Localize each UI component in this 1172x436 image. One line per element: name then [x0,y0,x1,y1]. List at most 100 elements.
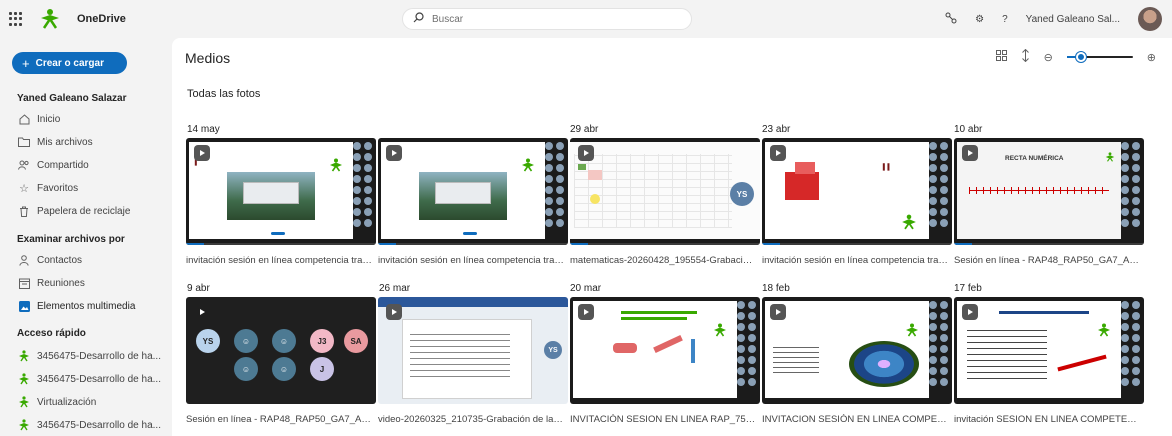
main-content: Medios ⊖ ⊕ Todas las fotos 14 may 29 abr… [172,38,1172,436]
play-icon [770,145,786,161]
sena-logo [39,8,61,30]
video-thumbnail[interactable] [954,297,1144,404]
zoom-in-icon[interactable]: ⊕ [1147,51,1156,64]
sidebar-item-recycle-bin[interactable]: Papelera de reciclaje [18,203,168,219]
participant-strip [545,142,565,239]
media-caption[interactable]: video-20260325_210735-Grabación de la re… [378,414,564,425]
quick-access-label: 3456475-Desarrollo de ha... [37,350,161,362]
media-caption[interactable]: Sesión en línea - RAP48_RAP50_GA7_AA1_E.… [186,414,372,425]
play-icon [194,304,210,320]
view-toolbar: ⊖ ⊕ [995,47,1156,67]
media-card[interactable]: invitación SESION EN LINEA COMPETENCIA..… [954,297,1144,425]
participant-avatar: YS [544,341,562,359]
media-card[interactable]: ▍▍ invitación sesión en línea competenci… [762,138,952,266]
play-icon [578,145,594,161]
media-card[interactable]: INVITACIÓN SESION EN LINEA RAP_75_77_... [570,297,760,425]
quick-access-item[interactable]: 3456475-Desarrollo de ha... [18,371,168,387]
media-caption[interactable]: matematicas-20260428_195554-Grabación ..… [570,255,756,266]
media-card[interactable]: invitación sesión en línea competencia t… [378,138,568,266]
media-card[interactable]: INVITACION SESIÓN EN LINEA COMPETEN... [762,297,952,425]
quick-access-item[interactable]: 3456475-Desarrollo de ha... [18,348,168,364]
play-icon [386,145,402,161]
browse-heading: Examinar archivos por [17,234,125,245]
participant-strip [737,301,757,398]
participant-avatar: ☺ [234,357,258,381]
sena-folder-icon [18,373,30,385]
media-card[interactable]: ▍ invitación sesión en línea competencia… [186,138,376,266]
date-group: 10 abr [954,124,983,135]
media-caption[interactable]: INVITACIÓN SESION EN LINEA RAP_75_77_... [570,414,756,425]
quick-access-label: 3456475-Desarrollo de ha... [37,419,161,431]
participant-strip [1121,142,1141,239]
media-card[interactable]: YS video-20260325_210735-Grabación de la… [378,297,568,425]
zoom-slider-thumb[interactable] [1075,52,1086,62]
media-caption[interactable]: invitación sesión en línea competencia t… [186,255,372,266]
user-name[interactable]: Yaned Galeano Sal... [1026,14,1120,25]
sidebar-item-label: Mis archivos [37,136,93,148]
video-thumbnail[interactable]: ▍ [186,138,376,245]
video-thumbnail[interactable]: ▍▍ [762,138,952,245]
media-caption[interactable]: invitación SESION EN LINEA COMPETENCIA..… [954,414,1140,425]
help-icon[interactable]: ? [1002,14,1008,25]
user-avatar[interactable] [1138,7,1162,31]
media-caption[interactable]: Sesión en línea - RAP48_RAP50_GA7_AA1_E.… [954,255,1140,266]
play-icon [962,304,978,320]
plus-icon: + [22,55,30,71]
search-box[interactable]: Buscar [402,8,692,30]
media-card[interactable]: YS matematicas-20260428_195554-Grabación… [570,138,760,266]
page-title: Medios [185,50,231,66]
participant-avatar: SA [344,329,368,353]
sidebar-item-label: Elementos multimedia [37,300,136,312]
top-right-controls: ⚙ ? Yaned Galeano Sal... [945,6,1162,32]
sidebar-item-home[interactable]: Inicio [18,111,168,127]
date-group: 20 mar [570,283,602,294]
search-icon [413,12,424,26]
date-group: 23 abr [762,124,791,135]
zoom-slider[interactable] [1066,50,1133,64]
sidebar-item-label: Compartido [37,159,89,171]
media-card[interactable]: RECTA NUMÉRICA Sesión en línea - RAP48_R… [954,138,1144,266]
participant-avatar: J [310,357,334,381]
play-icon [962,145,978,161]
video-thumbnail[interactable] [570,297,760,404]
video-thumbnail[interactable]: YS [570,138,760,245]
sena-folder-icon [18,350,30,362]
media-card[interactable]: YS ☺ ☺ J3 SA ☺ ☺ J Sesión en línea - RAP… [186,297,376,425]
sort-icon[interactable] [1021,48,1030,65]
share-network-icon[interactable] [945,12,957,27]
video-thumbnail[interactable]: YS ☺ ☺ J3 SA ☺ ☺ J [186,297,376,404]
video-thumbnail[interactable]: YS [378,297,568,404]
play-icon [386,304,402,320]
gear-icon[interactable]: ⚙ [975,14,984,25]
media-caption[interactable]: INVITACION SESIÓN EN LINEA COMPETEN... [762,414,948,425]
date-group: 29 abr [570,124,599,135]
app-launcher-icon[interactable] [9,12,23,26]
sidebar-item-my-files[interactable]: Mis archivos [18,134,168,150]
media-caption[interactable]: invitación sesión en línea competencia t… [378,255,564,266]
participant-strip [929,301,949,398]
create-upload-label: Crear o cargar [35,57,104,69]
video-thumbnail[interactable] [378,138,568,245]
quick-access-item[interactable]: Virtualización [18,394,168,410]
quick-access-heading: Acceso rápido [17,328,86,339]
sidebar-item-meetings[interactable]: Reuniones [18,275,168,291]
zoom-out-icon[interactable]: ⊖ [1044,51,1053,64]
people-icon [18,159,30,171]
person-icon [18,254,30,266]
media-caption[interactable]: invitación sesión en línea competencia t… [762,255,948,266]
sidebar-item-label: Papelera de reciclaje [37,205,131,217]
quick-access-item[interactable]: 3456475-Desarrollo de ha... [18,417,168,433]
section-title: Todas las fotos [187,88,261,100]
video-thumbnail[interactable]: RECTA NUMÉRICA [954,138,1144,245]
slide-title: RECTA NUMÉRICA [1005,155,1064,162]
video-thumbnail[interactable] [762,297,952,404]
app-brand[interactable]: OneDrive [77,13,126,25]
create-upload-button[interactable]: + Crear o cargar [12,52,127,74]
sidebar-item-favorites[interactable]: ☆ Favoritos [18,180,168,196]
grid-view-icon[interactable] [995,50,1007,64]
sidebar-item-media[interactable]: Elementos multimedia [18,298,168,314]
sidebar: + Crear o cargar Yaned Galeano Salazar I… [0,38,172,436]
sidebar-item-contacts[interactable]: Contactos [18,252,168,268]
sidebar-item-shared[interactable]: Compartido [18,157,168,173]
participant-avatar: YS [730,182,754,206]
